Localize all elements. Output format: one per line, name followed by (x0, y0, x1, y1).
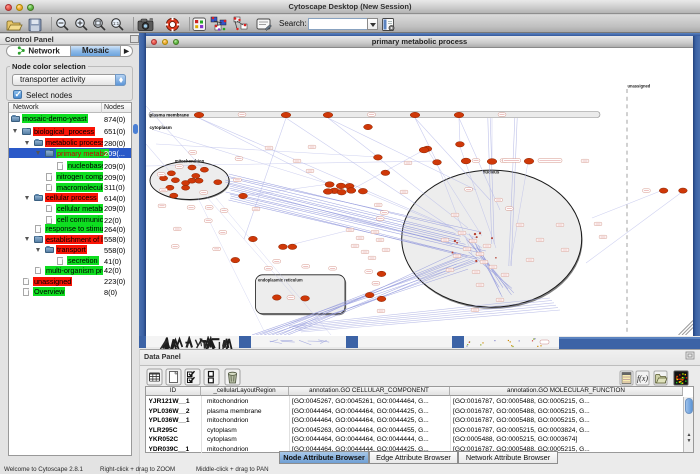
svg-text:nucleus: nucleus (483, 170, 500, 175)
svg-text:1:1: 1:1 (113, 21, 120, 26)
svg-text:endoplasmic reticulum: endoplasmic reticulum (258, 277, 303, 282)
svg-text:f(x): f(x) (637, 374, 648, 383)
svg-text:plasma membrane: plasma membrane (150, 113, 190, 118)
svg-text:mitochondrion: mitochondrion (175, 159, 205, 164)
svg-text:unassigned: unassigned (628, 84, 651, 89)
svg-text:cytoplasm: cytoplasm (150, 125, 172, 130)
